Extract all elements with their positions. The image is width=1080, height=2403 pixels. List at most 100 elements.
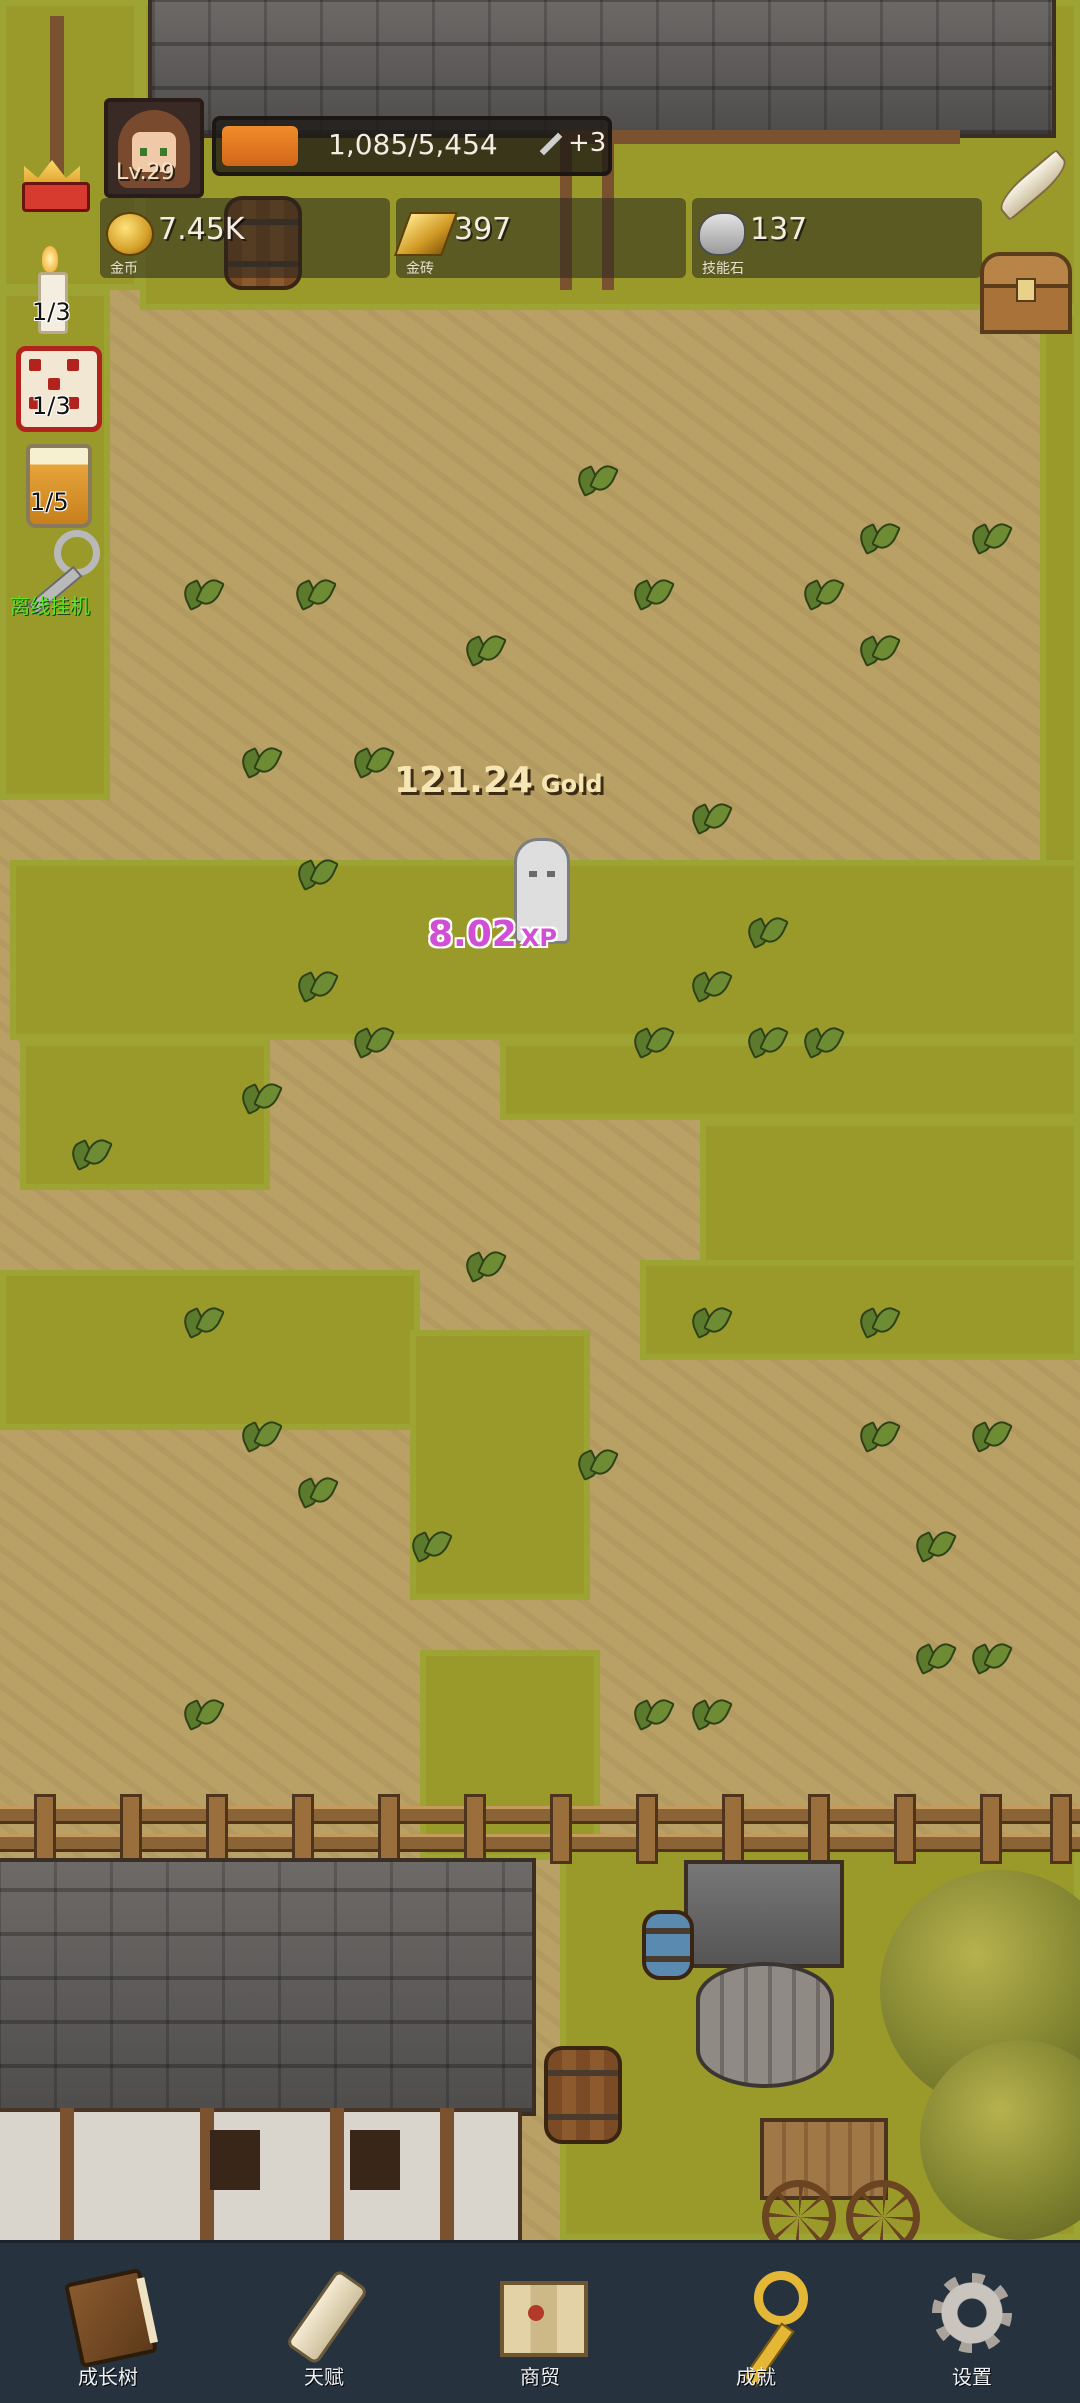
fence-post: [980, 1794, 1002, 1864]
house-roof: [0, 1858, 536, 2116]
crop-sprout: [746, 914, 786, 948]
fence-post: [1050, 1794, 1072, 1864]
crop-sprout: [632, 1024, 672, 1058]
crop-sprout: [690, 968, 730, 1002]
beer-count: 1/5: [30, 488, 69, 516]
avatar-eye: [160, 148, 167, 156]
key-bonus-value: +3: [568, 128, 607, 158]
xp-progress-fill: [222, 126, 298, 166]
nav-label: 成就: [736, 2365, 776, 2389]
nav-settings[interactable]: 设置: [864, 2243, 1080, 2403]
fence-post: [894, 1794, 916, 1864]
key-icon: [539, 132, 563, 155]
nav-label: 天赋: [304, 2365, 344, 2389]
water-bucket: [642, 1910, 694, 1980]
crop-sprout: [746, 1024, 786, 1058]
resource-gold-bar[interactable]: 397 金砖: [393, 198, 686, 278]
crop-sprout: [296, 1474, 336, 1508]
well-base: [696, 1962, 834, 2088]
crop-sprout: [690, 1696, 730, 1730]
gold-coin-label: 金币: [110, 261, 138, 277]
gold-gain-value: 121.24: [394, 760, 533, 801]
floating-gold-gain: 121.24 Gold: [394, 760, 603, 801]
xp-gain-value: 8.02: [428, 914, 517, 955]
nav-achievements[interactable]: 成就: [648, 2243, 864, 2403]
dice-pip: [29, 359, 41, 371]
house-beam: [330, 2108, 344, 2240]
crop-sprout: [802, 1024, 842, 1058]
bottom-navigation: 成长树 天赋 商贸 成就 设置: [0, 2240, 1080, 2403]
fence-rail: [0, 1806, 1080, 1824]
fence-post: [34, 1794, 56, 1864]
scroll-icon: [278, 2267, 370, 2366]
skill-stone-value: 137: [750, 212, 808, 247]
gear-shape: [932, 2273, 1012, 2353]
idle-key-button[interactable]: [14, 530, 100, 615]
avatar-eye: [140, 148, 147, 156]
resource-gold-coin[interactable]: 7.45K 金币: [100, 198, 390, 278]
crop-sprout: [970, 520, 1010, 554]
crop-sprout: [914, 1528, 954, 1562]
crop-sprout: [858, 520, 898, 554]
dice-pip: [48, 378, 60, 390]
fence-post: [378, 1794, 400, 1864]
resource-skill-stone[interactable]: 137 技能石: [692, 198, 982, 278]
treasure-chest-button[interactable]: [980, 252, 1072, 334]
crop-sprout: [352, 744, 392, 778]
crop-sprout: [970, 1640, 1010, 1674]
fence-post: [722, 1794, 744, 1864]
ghost-eye: [547, 871, 555, 877]
crop-sprout: [240, 744, 280, 778]
well-roof: [684, 1860, 844, 1968]
candle-count: 1/3: [32, 298, 71, 326]
crop-sprout: [632, 576, 672, 610]
grass-patch: [420, 1650, 600, 1860]
crop-sprout: [802, 576, 842, 610]
nav-label: 成长树: [78, 2365, 138, 2389]
map-icon: [494, 2267, 588, 2359]
chest-lock: [1016, 278, 1036, 302]
crop-sprout: [70, 1136, 110, 1170]
house-beam: [60, 2108, 74, 2240]
crown-button[interactable]: [22, 160, 90, 212]
key-bonus: +3: [538, 128, 606, 158]
crop-sprout: [858, 1418, 898, 1452]
grass-patch: [20, 1040, 270, 1190]
book-icon: [62, 2267, 159, 2369]
xp-progress-text: 1,085/5,454: [328, 128, 498, 161]
crop-sprout: [576, 1446, 616, 1480]
map-shape: [500, 2281, 588, 2357]
skill-stone-icon: [698, 212, 746, 256]
crop-sprout: [182, 576, 222, 610]
ghost-eye: [529, 871, 537, 877]
crop-sprout: [240, 1080, 280, 1114]
player-level: Lv.29: [116, 160, 175, 185]
crop-sprout: [858, 1304, 898, 1338]
house-window: [210, 2130, 260, 2190]
candle-flame-icon: [42, 246, 58, 272]
crop-sprout: [464, 632, 504, 666]
crop-sprout: [970, 1418, 1010, 1452]
gold-bar-value: 397: [454, 212, 512, 247]
barn-beam: [560, 130, 960, 144]
gold-bar-icon: [393, 212, 459, 256]
crop-sprout: [182, 1696, 222, 1730]
grass-patch: [1040, 310, 1080, 870]
nav-trade[interactable]: 商贸: [432, 2243, 648, 2403]
xp-gain-unit: XP: [520, 924, 557, 952]
fence-post: [292, 1794, 314, 1864]
quill-button[interactable]: [984, 148, 1073, 222]
gold-coin-icon: [106, 212, 154, 256]
crop-sprout: [296, 856, 336, 890]
game-scene[interactable]: 121.24 Gold 8.02 XP: [0, 0, 1080, 2240]
crop-sprout: [858, 632, 898, 666]
fence-post: [636, 1794, 658, 1864]
skill-stone-label: 技能石: [702, 261, 744, 277]
nav-growth-tree[interactable]: 成长树: [0, 2243, 216, 2403]
crop-sprout: [240, 1418, 280, 1452]
offline-idle-label[interactable]: 离线挂机: [10, 590, 90, 619]
xp-progress-bar: 1,085/5,454 +3: [212, 116, 612, 176]
crop-sprout: [576, 462, 616, 496]
nav-talent[interactable]: 天赋: [216, 2243, 432, 2403]
scroll-shape: [285, 2268, 369, 2366]
